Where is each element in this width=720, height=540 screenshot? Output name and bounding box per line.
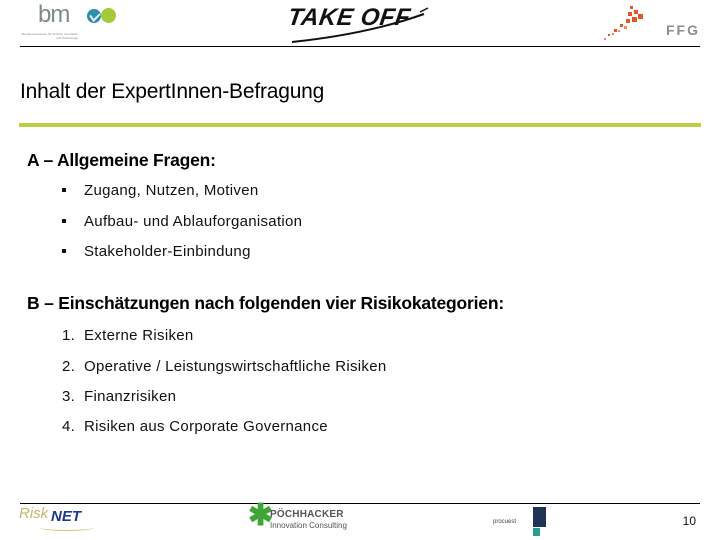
footer-divider xyxy=(20,503,700,504)
section-b-item: Risiken aus Corporate Governance xyxy=(84,418,328,435)
bmvit-logo-text: bm xyxy=(38,1,70,28)
section-b-item: Operative / Leistungswirtschaftliche Ris… xyxy=(84,358,387,375)
bullet-icon xyxy=(62,249,66,253)
takeoff-swoosh-icon xyxy=(291,7,429,43)
bullet-icon xyxy=(62,188,66,192)
bmvit-tagline: Bundesministerium für Verkehr, Innovatio… xyxy=(21,32,78,40)
risknet-logo: Risk NET xyxy=(19,505,109,535)
procuest-logo: procuest xyxy=(493,507,553,536)
section-a-item: Stakeholder-Einbindung xyxy=(84,243,251,260)
section-b-item-number: 3. xyxy=(62,388,76,405)
section-b-item-number: 4. xyxy=(62,418,76,435)
section-b-item-number: 1. xyxy=(62,327,76,344)
risknet-logo-risk: Risk xyxy=(19,505,49,522)
bmvit-it-mark-icon xyxy=(101,8,116,23)
poechhacker-subtitle: Innovation Consulting xyxy=(270,521,347,530)
risknet-logo-net: NET xyxy=(51,508,81,525)
page-number: 10 xyxy=(682,514,696,528)
title-accent-line xyxy=(19,123,701,127)
section-a-item: Aufbau- und Ablauforganisation xyxy=(84,213,303,230)
bmvit-v-mark-icon xyxy=(87,9,101,23)
ffg-logo: FFG xyxy=(600,2,710,42)
logo-square-icon xyxy=(533,528,540,536)
section-b-heading: B – Einschätzungen nach folgenden vier R… xyxy=(27,293,504,313)
ffg-logo-text: FFG xyxy=(666,22,700,38)
ffg-arrow-icon xyxy=(604,6,643,40)
section-a-heading: A – Allgemeine Fragen: xyxy=(27,150,216,170)
section-a-item: Zugang, Nutzen, Motiven xyxy=(84,182,259,199)
bmvit-logo: bm xyxy=(38,1,118,30)
poechhacker-logo: ✱ PÖCHHACKER Innovation Consulting xyxy=(248,501,358,533)
section-b-item: Externe Risiken xyxy=(84,327,194,344)
header-divider xyxy=(20,46,700,47)
bullet-icon xyxy=(62,219,66,223)
risknet-swoosh-icon xyxy=(39,524,94,531)
procuest-logo-text: procuest xyxy=(493,519,517,525)
section-b-item-number: 2. xyxy=(62,358,76,375)
poechhacker-name: PÖCHHACKER xyxy=(270,509,344,520)
takeoff-logo: TAKE OFF xyxy=(286,4,438,44)
section-b-item: Finanzrisiken xyxy=(84,388,177,405)
logo-square-icon xyxy=(533,507,546,527)
slide-title: Inhalt der ExpertInnen-Befragung xyxy=(20,80,325,103)
